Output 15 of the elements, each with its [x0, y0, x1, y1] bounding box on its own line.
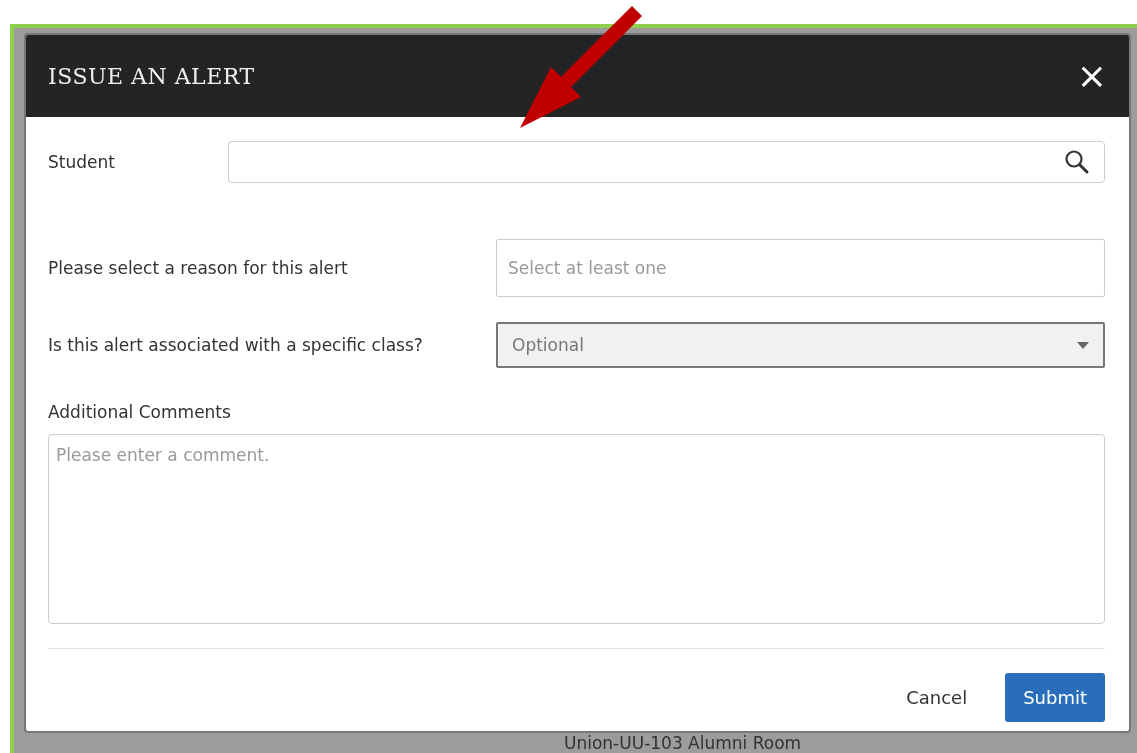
cancel-button[interactable]: Cancel — [902, 681, 972, 714]
field-label: Student — [48, 152, 116, 172]
comment-field[interactable]: Please enter a comment. — [48, 434, 1105, 624]
student-search-field[interactable] — [228, 141, 1105, 183]
submit-button[interactable]: Submit — [1005, 673, 1105, 722]
room-text: Union-UU-103 Alumni Room — [564, 733, 802, 753]
reason-select-field[interactable]: Select at least one — [496, 239, 1105, 297]
field-label: Is this alert associated with a specific class? — [48, 335, 424, 355]
caret-icon — [1077, 341, 1089, 349]
search-icon — [1064, 149, 1090, 175]
field-label: Please select a reason for this alert — [48, 258, 349, 278]
class-dropdown[interactable]: Optional — [496, 322, 1105, 368]
dialog-title: ISSUE AN ALERT — [48, 63, 255, 89]
close-button[interactable]: × — [1072, 58, 1111, 94]
field-label: Additional Comments — [48, 402, 232, 422]
